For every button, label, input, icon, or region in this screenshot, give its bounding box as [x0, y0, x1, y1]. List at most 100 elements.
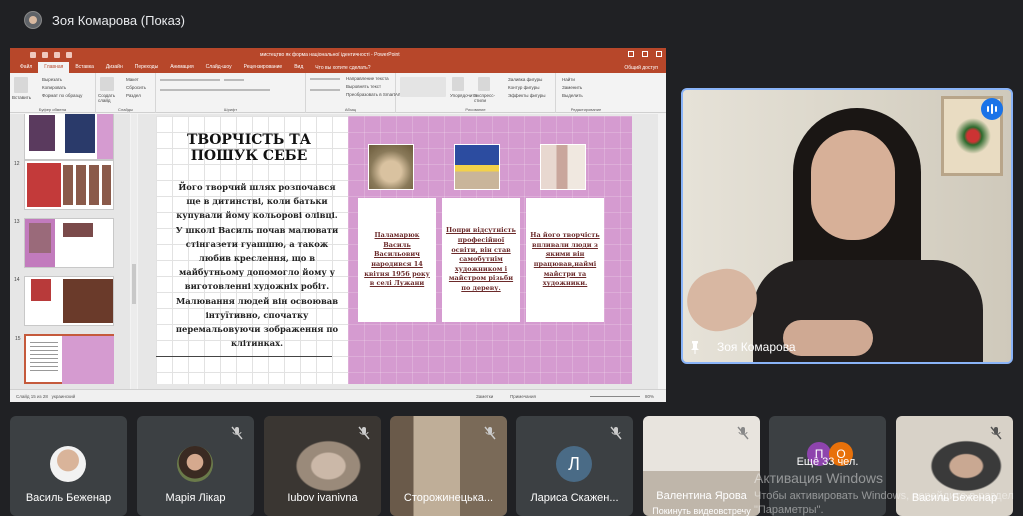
shapes-gallery[interactable] [400, 77, 446, 97]
active-speaker-tile[interactable]: Зоя Комарова [681, 88, 1013, 364]
arrange-label[interactable]: Упорядочить [450, 93, 477, 98]
participant-name: Iubov ivanivna [287, 492, 358, 504]
font-format-buttons[interactable] [160, 89, 270, 91]
participant-name: Сторожинецька... [403, 492, 494, 504]
presentation-header: Зоя Комарова (Показ) [0, 0, 1023, 40]
align-text-button[interactable]: Выровнять текст [346, 84, 381, 89]
layout-button[interactable]: Макет [126, 77, 139, 82]
thumbnail-image [65, 114, 95, 153]
font-name-box[interactable] [160, 79, 220, 81]
thumbnail-image [31, 279, 51, 301]
font-size-box[interactable] [224, 79, 244, 81]
participant-name: Валентина Ярова [656, 490, 747, 502]
format-painter-button[interactable]: Формат по образцу [42, 93, 82, 98]
group-editing: Найти Заменить Выделить Редактирование [556, 73, 616, 113]
fact-card-3-text: На його творчість впливали люди з якими … [530, 231, 600, 288]
tab-home[interactable]: Главная [38, 62, 70, 73]
ribbon: Вставить Вырезать Копировать Формат по о… [10, 73, 666, 113]
mic-off-icon [610, 426, 622, 440]
zoom-level[interactable]: 80% [645, 394, 654, 399]
new-slide-label[interactable]: Создать слайд [98, 93, 122, 103]
slide-body-text[interactable]: Його творчий шлях розпочався ще в дитинс… [172, 180, 342, 350]
cut-button[interactable]: Вырезать [42, 77, 62, 82]
slide-title[interactable]: ТВОРЧІСТЬ ТА ПОШУК СЕБЕ [184, 132, 314, 164]
fact-card-2-text: Попри відсутність професійної освіти, ві… [446, 226, 516, 292]
thumbnail-slide-14[interactable]: 14 [14, 276, 114, 326]
thumbnails-scrollbar[interactable] [131, 114, 137, 389]
find-button[interactable]: Найти [562, 77, 575, 82]
meet-window: Зоя Комарова (Показ) мистецтво як форма … [0, 0, 1023, 516]
share-button[interactable]: Общий доступ [624, 65, 658, 71]
language-indicator[interactable]: украинский [52, 394, 75, 399]
thumbnail-slide-12[interactable]: 12 [14, 160, 114, 210]
participant-tile[interactable]: Сторожинецька... [390, 416, 507, 516]
fact-card-1[interactable]: Паламарюк Василь Васильович народився 14… [358, 198, 436, 322]
current-slide[interactable]: ТВОРЧІСТЬ ТА ПОШУК СЕБЕ Його творчий шля… [156, 116, 632, 384]
participant-name: Марія Лікар [165, 492, 226, 504]
alignment-buttons[interactable] [310, 89, 340, 91]
speaker-hand [783, 320, 873, 356]
thumbnail-number: 14 [14, 277, 20, 283]
tab-animations[interactable]: Анимация [164, 62, 199, 73]
section-button[interactable]: Раздел [126, 93, 141, 98]
group-label-drawing: Рисование [465, 107, 486, 112]
replace-button[interactable]: Заменить [562, 85, 582, 90]
reset-button[interactable]: Сбросить [126, 85, 146, 90]
select-button[interactable]: Выделить [562, 93, 583, 98]
photo-artist [540, 144, 586, 190]
thumbnail-image [27, 163, 61, 207]
paste-label[interactable]: Вставить [12, 95, 31, 100]
tell-me-search[interactable]: Что вы хотите сделать? [315, 65, 370, 71]
status-bar: Слайд 15 из 28 украинский Заметки Примеч… [10, 389, 666, 402]
copy-button[interactable]: Копировать [42, 85, 66, 90]
quick-styles-icon[interactable] [478, 77, 490, 91]
thumbnail-slide-15[interactable]: 15 [15, 334, 114, 384]
tab-view[interactable]: Вид [288, 62, 309, 73]
tab-slideshow[interactable]: Слайд-шоу [200, 62, 238, 73]
tab-review[interactable]: Рецензирование [238, 62, 289, 73]
participant-tile[interactable]: Валентина Ярова Покинуть видеовстречу [643, 416, 760, 516]
tab-insert[interactable]: Вставка [69, 62, 100, 73]
group-font: Шрифт [156, 73, 306, 113]
thumbnail-slide-13[interactable]: 13 [14, 218, 114, 268]
fact-card-3[interactable]: На його творчість впливали люди з якими … [526, 198, 604, 322]
participant-name: Василь Беженар [25, 492, 112, 504]
group-clipboard: Вставить Вырезать Копировать Формат по о… [10, 73, 96, 113]
mic-off-icon [737, 426, 749, 440]
shape-effects-button[interactable]: Эффекты фигуры [508, 93, 546, 98]
text-direction-button[interactable]: Направление текста [346, 76, 389, 81]
list-buttons[interactable] [310, 78, 340, 80]
shared-screen[interactable]: мистецтво як форма національної ідентичн… [10, 48, 666, 402]
window-controls[interactable] [628, 51, 662, 57]
shape-outline-button[interactable]: Контур фигуры [508, 85, 539, 90]
photo-flag [454, 144, 500, 190]
participant-tile[interactable]: Василь Беженар [10, 416, 127, 516]
shape-fill-button[interactable]: Заливка фигуры [508, 77, 542, 82]
tab-transitions[interactable]: Переходы [129, 62, 164, 73]
participant-tile[interactable]: Л Лариса Скажен... [516, 416, 633, 516]
pin-icon[interactable] [689, 340, 701, 354]
new-slide-icon[interactable] [100, 77, 114, 91]
mic-off-icon [990, 426, 1002, 440]
fact-card-2[interactable]: Попри відсутність професійної освіти, ві… [442, 198, 520, 322]
tab-file[interactable]: Файл [14, 62, 38, 73]
thumbnail-image [29, 223, 51, 253]
quick-access-toolbar[interactable] [30, 52, 72, 58]
comments-button[interactable]: Примечания [510, 394, 536, 399]
speaker-face [811, 130, 895, 240]
tab-design[interactable]: Дизайн [100, 62, 129, 73]
mic-off-icon [231, 426, 243, 440]
quick-styles-label[interactable]: Экспресс-стили [474, 93, 500, 103]
slide-thumbnails-pane[interactable]: 12 13 14 15 [10, 114, 130, 389]
slide-counter: Слайд 15 из 28 украинский [16, 394, 75, 399]
paste-icon[interactable] [14, 77, 28, 93]
thumbnail-slide-11[interactable] [24, 114, 114, 160]
participant-tile[interactable]: Марія Лікар [137, 416, 254, 516]
smartart-button[interactable]: Преобразовать в SmartArt [346, 92, 401, 97]
participant-tile[interactable]: Iubov ivanivna [264, 416, 381, 516]
group-slides: Создать слайд Макет Сбросить Раздел Слай… [96, 73, 156, 113]
zoom-slider[interactable] [590, 396, 640, 397]
arrange-icon[interactable] [452, 77, 464, 91]
notes-button[interactable]: Заметки [476, 394, 493, 399]
group-label-editing: Редактирование [570, 107, 602, 112]
